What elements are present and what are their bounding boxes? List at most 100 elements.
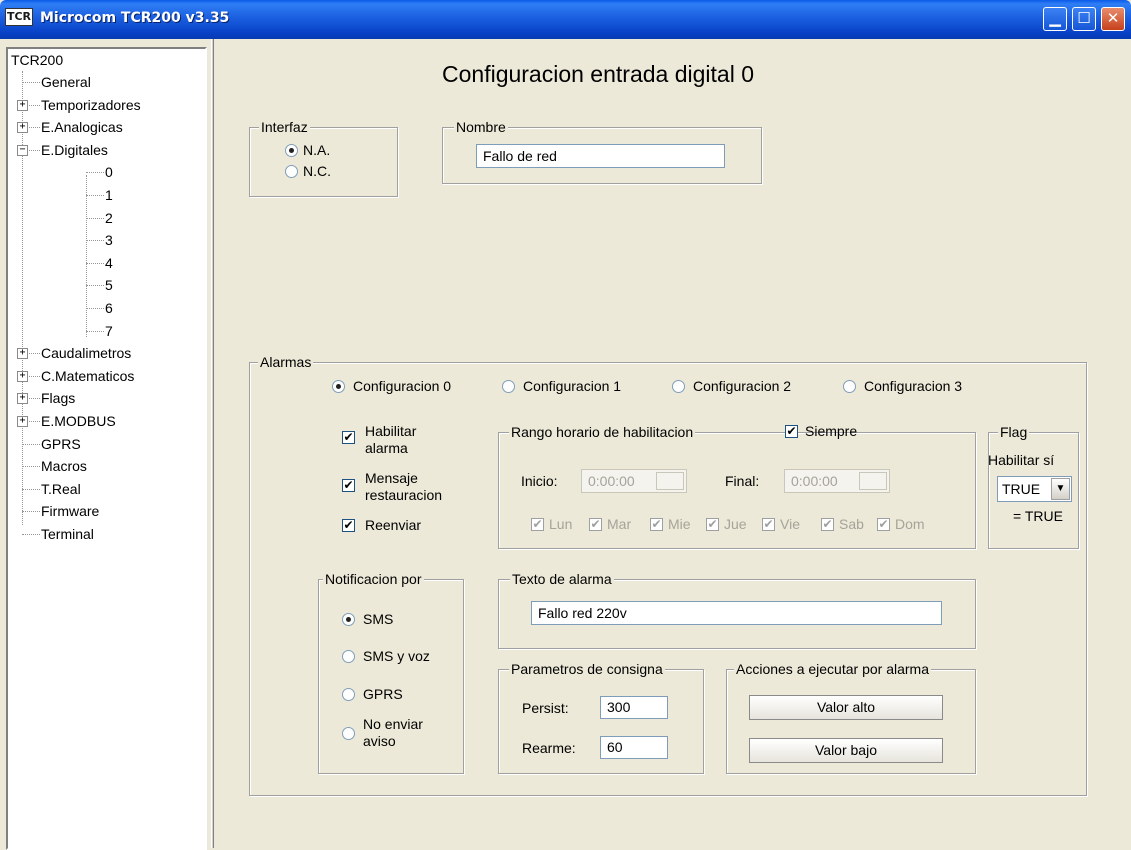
tree-connector (86, 308, 104, 309)
tree-item[interactable]: 1 (105, 184, 113, 206)
tree-item[interactable]: General (41, 71, 91, 93)
day-label: Dom (895, 516, 925, 532)
day-checkbox[interactable]: ✔ (821, 518, 834, 531)
day-label: Lun (549, 516, 573, 532)
final-time-spinner[interactable]: 0:00:00 (784, 469, 890, 493)
radio-gprs[interactable] (342, 688, 355, 701)
tree-collapse-icon[interactable]: − (17, 144, 28, 156)
tree-expand-icon[interactable]: + (17, 370, 28, 382)
tree-item[interactable]: C.Matematicos (41, 365, 134, 387)
day-checkbox[interactable]: ✔ (650, 518, 663, 531)
parametros-legend: Parametros de consigna (509, 660, 665, 678)
pane-splitter[interactable] (211, 39, 214, 848)
minimize-button[interactable]: ▁ (1043, 7, 1067, 31)
reenviar-label: Reenviar (365, 517, 422, 533)
day-checkbox[interactable]: ✔ (706, 518, 719, 531)
radio-config-0[interactable] (332, 380, 345, 393)
day-checkbox[interactable]: ✔ (762, 518, 775, 531)
final-label: Final: (725, 473, 760, 489)
reenviar-checkbox[interactable]: ✔ (342, 519, 355, 532)
radio-config-2[interactable] (672, 380, 685, 393)
tree-item[interactable]: E.MODBUS (41, 410, 116, 432)
radio-sms[interactable] (342, 613, 355, 626)
tree-connector (86, 330, 104, 332)
tree-expand-icon[interactable]: + (17, 416, 28, 427)
tree-item[interactable]: 3 (105, 229, 113, 251)
radio-config-3[interactable] (843, 380, 856, 393)
radio-nc[interactable] (285, 165, 298, 178)
tree-connector (22, 82, 40, 83)
texto-alarma-input[interactable]: Fallo red 220v (531, 601, 942, 625)
tree-item[interactable]: Firmware (41, 500, 99, 522)
inicio-label: Inicio: (521, 473, 558, 489)
day-label: Jue (724, 516, 747, 532)
tree-connector (86, 285, 104, 287)
tree-expand-icon[interactable]: + (17, 348, 28, 360)
radio-config-1[interactable] (502, 380, 515, 393)
radio-no-enviar[interactable] (342, 727, 355, 740)
day-label: Vie (780, 516, 800, 532)
tree-item[interactable]: 7 (105, 320, 113, 342)
acciones-legend: Acciones a ejecutar por alarma (734, 660, 931, 678)
chevron-down-icon[interactable]: ▼ (1051, 478, 1070, 500)
tree-item[interactable]: 5 (105, 274, 113, 296)
tree-item[interactable]: 0 (105, 161, 113, 183)
tree-item[interactable]: 2 (105, 207, 113, 229)
maximize-button[interactable]: ☐ (1072, 7, 1096, 31)
tree-item[interactable]: Flags (41, 387, 75, 409)
tree-item[interactable]: Terminal (41, 523, 94, 545)
flag-legend: Flag (998, 423, 1030, 441)
tree-connector (86, 172, 104, 174)
day-label: Mar (607, 516, 632, 532)
final-spin-buttons[interactable] (859, 472, 887, 490)
alarmas-legend: Alarmas (258, 353, 314, 371)
inicio-time-spinner[interactable]: 0:00:00 (581, 469, 687, 493)
nombre-input[interactable]: Fallo de red (476, 144, 725, 168)
radio-sms-voz[interactable] (342, 650, 355, 663)
day-checkbox[interactable]: ✔ (531, 518, 544, 531)
rango-horario-group: Rango horario de habilitacion ✔ Siempre … (498, 423, 976, 549)
mensaje-restauracion-checkbox[interactable]: ✔ (342, 479, 355, 492)
inicio-spin-buttons[interactable] (656, 472, 684, 490)
valor-alto-button[interactable]: Valor alto (749, 695, 943, 720)
day-checkbox[interactable]: ✔ (877, 518, 890, 531)
tree-connector (22, 466, 40, 468)
close-button[interactable]: ✕ (1101, 7, 1125, 31)
radio-config-3-label: Configuracion 3 (864, 378, 963, 394)
navigation-tree[interactable]: TCR200 General + Temporizadores + E.Analogic… (6, 47, 207, 850)
page-title: Configuracion entrada digital 0 (442, 61, 754, 87)
tree-item[interactable]: GPRS (41, 433, 81, 455)
tree-connector (86, 240, 104, 242)
flag-select-value: TRUE (1002, 481, 1041, 497)
nombre-legend: Nombre (454, 118, 508, 136)
rearme-input[interactable]: 60 (600, 736, 668, 759)
tree-expand-icon[interactable]: + (17, 99, 28, 111)
tree-expand-icon[interactable]: + (17, 122, 28, 134)
tree-item[interactable]: E.Digitales (41, 139, 108, 161)
valor-bajo-button[interactable]: Valor bajo (749, 738, 943, 763)
siempre-checkbox[interactable]: ✔ (785, 425, 798, 438)
flag-select[interactable]: TRUE ▼ (997, 476, 1072, 502)
tree-connector (22, 511, 40, 513)
radio-na[interactable] (285, 144, 298, 157)
tree-root[interactable]: TCR200 (11, 49, 63, 71)
tree-item[interactable]: Caudalimetros (41, 342, 131, 364)
inicio-time-value: 0:00:00 (588, 473, 635, 489)
rango-horario-legend: Rango horario de habilitacion (509, 423, 696, 441)
alarmas-group: Alarmas Configuracion 0 Configuracion 1 … (249, 353, 1087, 796)
acciones-group: Acciones a ejecutar por alarma Valor alt… (726, 660, 976, 774)
habilitar-alarma-checkbox[interactable]: ✔ (342, 431, 355, 444)
flag-result: = TRUE (1013, 508, 1063, 524)
tree-item[interactable]: 4 (105, 252, 113, 274)
radio-sms-label: SMS (363, 611, 394, 627)
day-checkbox[interactable]: ✔ (589, 518, 602, 531)
tree-item[interactable]: E.Analogicas (41, 116, 123, 138)
tree-expand-icon[interactable]: + (17, 393, 28, 405)
radio-config-0-label: Configuracion 0 (353, 378, 452, 394)
persist-input[interactable]: 300 (600, 696, 668, 719)
tree-item[interactable]: T.Real (41, 478, 81, 500)
tree-item[interactable]: Temporizadores (41, 94, 141, 116)
tree-item[interactable]: 6 (105, 297, 113, 319)
tree-connector (86, 217, 104, 219)
tree-item[interactable]: Macros (41, 455, 87, 477)
